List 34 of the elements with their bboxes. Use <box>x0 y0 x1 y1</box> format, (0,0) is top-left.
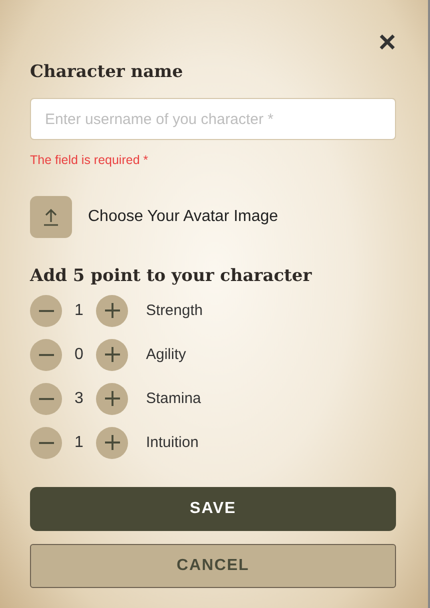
minus-icon <box>38 442 54 444</box>
plus-icon <box>104 391 120 406</box>
decrease-button[interactable] <box>30 426 62 459</box>
upload-icon <box>41 207 61 228</box>
increase-button[interactable] <box>96 294 128 327</box>
avatar-label: Choose Your Avatar Image <box>88 207 278 228</box>
stat-label: Strength <box>146 300 203 321</box>
section-title: Add 5 point to your character <box>30 266 313 287</box>
minus-icon <box>38 310 54 312</box>
minus-icon <box>38 354 54 356</box>
decrease-button[interactable] <box>30 338 62 371</box>
name-input-field[interactable]: Enter username of you character * <box>30 98 396 140</box>
stat-label: Intuition <box>146 432 199 453</box>
error-message: The field is required * <box>30 153 148 168</box>
close-button[interactable]: × <box>378 28 396 58</box>
plus-icon <box>104 347 120 362</box>
stat-value: 1 <box>74 432 84 453</box>
plus-icon <box>104 435 120 450</box>
increase-button[interactable] <box>96 426 128 459</box>
stat-value: 3 <box>74 388 84 409</box>
increase-button[interactable] <box>96 382 128 415</box>
decrease-button[interactable] <box>30 382 62 415</box>
section-title: Character name <box>30 62 184 82</box>
save-button[interactable]: SAVE <box>30 486 396 531</box>
upload-button[interactable] <box>30 196 72 238</box>
stat-value: 1 <box>74 300 84 321</box>
cancel-button[interactable]: CANCEL <box>30 544 396 588</box>
increase-button[interactable] <box>96 338 128 371</box>
stat-label: Agility <box>146 344 186 365</box>
minus-icon <box>38 398 54 400</box>
stat-label: Stamina <box>146 388 202 409</box>
plus-icon <box>104 303 120 318</box>
decrease-button[interactable] <box>30 294 62 327</box>
stat-value: 0 <box>74 344 84 365</box>
